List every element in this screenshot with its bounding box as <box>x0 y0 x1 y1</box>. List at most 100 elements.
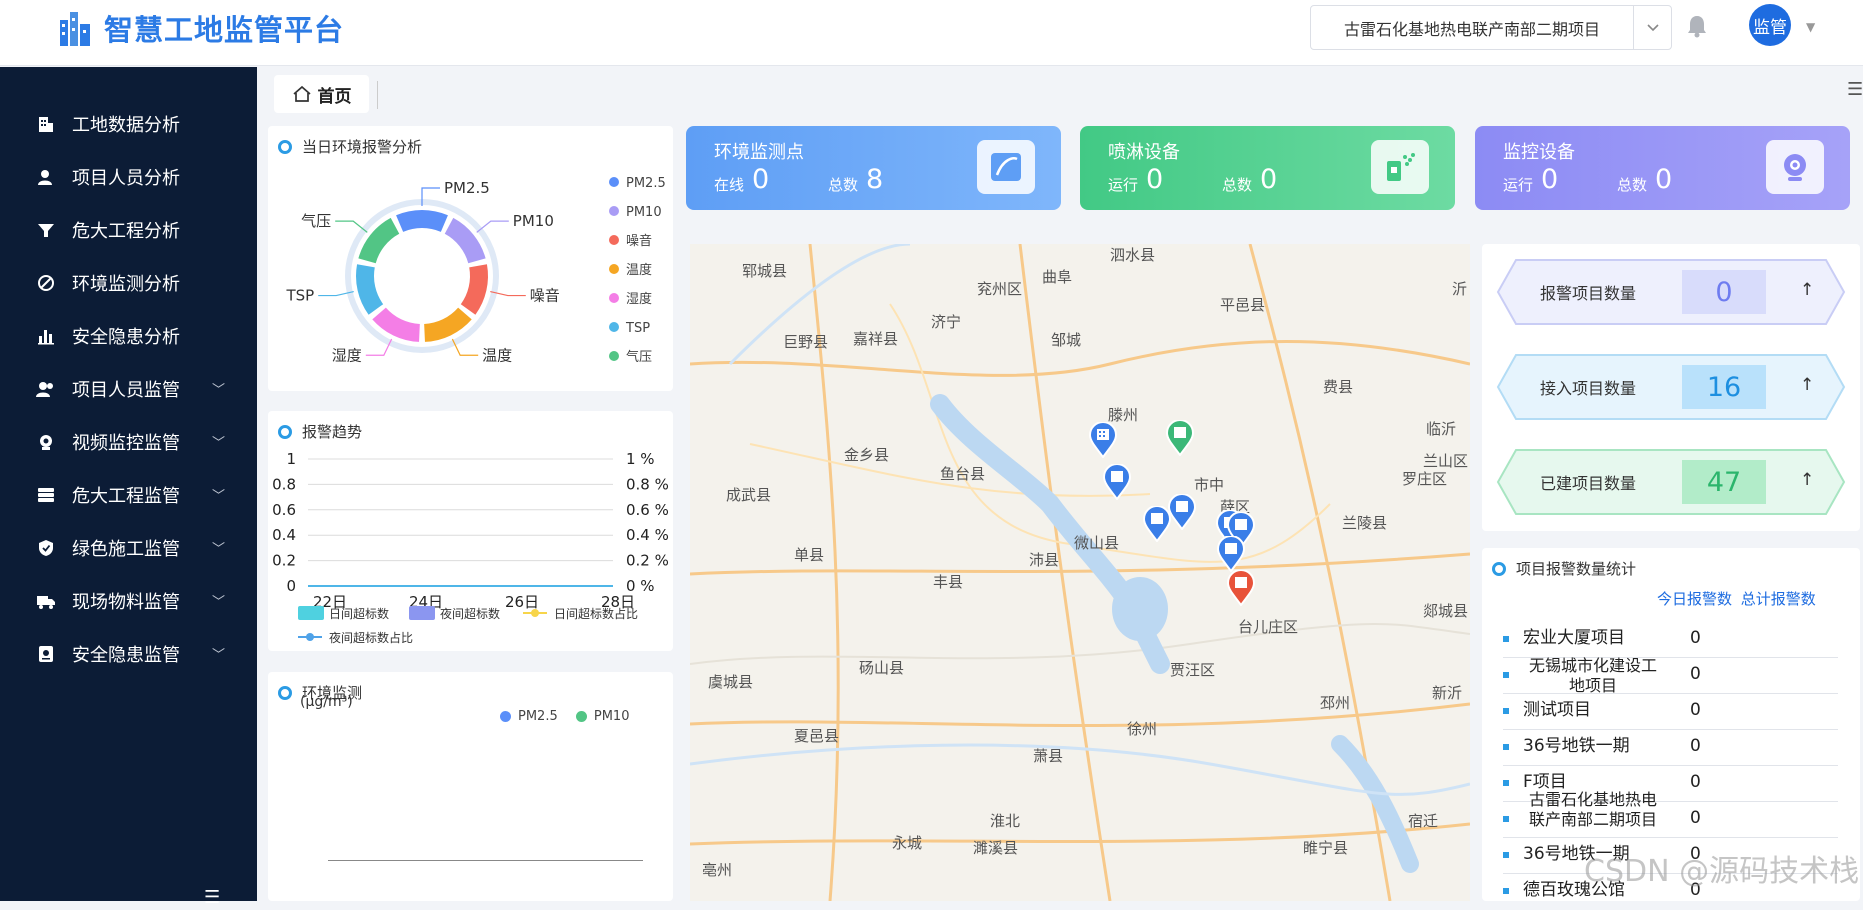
counter-value: 47 <box>1706 466 1742 498</box>
legend-pm25: PM2.5 <box>518 709 558 724</box>
map-place: 曲阜 <box>1042 268 1073 286</box>
legend-label: 日间超标数 <box>329 606 389 621</box>
donut-label: 湿度 <box>332 346 362 364</box>
row-name: 古雷石化基地热电联产南部二期项目 <box>1528 790 1657 829</box>
tabs-menu-icon[interactable]: ☰ <box>1847 79 1863 100</box>
counter-label: 报警项目数量 <box>1540 284 1637 303</box>
legend-swatch <box>609 177 619 187</box>
shield-icon <box>36 538 56 558</box>
donut-slice[interactable] <box>444 217 486 264</box>
sidebar-item-personnel-analysis[interactable]: 项目人员分析 <box>0 150 257 203</box>
card-camera[interactable]: 监控设备 运行 0 总数 0 <box>1475 126 1850 210</box>
map-place: 砀山县 <box>859 659 905 677</box>
map-place: 沛县 <box>1029 551 1060 569</box>
map-place: 郯城县 <box>1423 602 1469 620</box>
donut-label: 噪音 <box>530 287 560 305</box>
bullet <box>1503 672 1509 678</box>
table-row[interactable]: 测试项目 0 <box>1503 694 1838 730</box>
sidebar-item-hazard-supervision[interactable]: 危大工程监管 ﹀ <box>0 468 257 521</box>
donut-slice[interactable] <box>356 264 384 315</box>
sidebar-item-video-supervision[interactable]: 视频监控监管 ﹀ <box>0 415 257 468</box>
legend-label: 日间超标数占比 <box>554 606 638 621</box>
sidebar-item-label: 环境监测分析 <box>72 273 180 295</box>
monitor-icon <box>977 140 1035 194</box>
counter-alarm-projects: 报警项目数量 0 ↑ <box>1496 258 1846 326</box>
map-marker-blue[interactable] <box>1102 463 1132 504</box>
project-map[interactable]: 郓城县 泗水县 兖州区 曲阜 平邑县 沂 巨野县 嘉祥县 济宁 邹城 费县 金乡… <box>690 244 1470 901</box>
legend-marker <box>306 633 314 641</box>
sidebar-item-hazard-analysis[interactable]: 危大工程分析 <box>0 203 257 256</box>
y-tick-left: 1 <box>286 450 296 468</box>
sidebar-item-personnel-supervision[interactable]: 项目人员监管 ﹀ <box>0 362 257 415</box>
row-count: 0 <box>1690 772 1701 792</box>
map-place: 新沂 <box>1432 684 1463 702</box>
caret-down-icon[interactable]: ▼ <box>1806 20 1815 34</box>
avatar[interactable]: 监管 <box>1749 4 1791 46</box>
top-bar: 智慧工地监管平台 古雷石化基地热电联产南部二期项目 监管 ▼ <box>0 0 1863 66</box>
row-name: 测试项目 <box>1523 700 1591 720</box>
chevron-down-icon[interactable] <box>1633 6 1671 49</box>
menu-collapse-icon[interactable]: ☰ <box>204 887 220 908</box>
y-tick-right: 0.6 % <box>626 501 669 519</box>
row-name: F项目 <box>1523 772 1567 792</box>
sidebar-item-material-supervision[interactable]: 现场物料监管 ﹀ <box>0 574 257 627</box>
map-place: 睢宁县 <box>1303 839 1349 857</box>
sidebar-item-label: 视频监控监管 <box>72 432 180 454</box>
map-marker-blue[interactable] <box>1167 493 1197 534</box>
map-place: 郓城县 <box>742 262 788 280</box>
sidebar-item-safety-analysis[interactable]: 安全隐患分析 <box>0 309 257 362</box>
map-marker-red[interactable] <box>1226 569 1256 610</box>
sidebar-item-green-supervision[interactable]: 绿色施工监管 ﹀ <box>0 521 257 574</box>
tab-today-alarms[interactable]: 今日报警数 <box>1657 590 1732 608</box>
legend-label: PM2.5 <box>626 176 666 191</box>
logo-icon <box>60 12 90 46</box>
tab-home[interactable]: 首页 <box>274 75 369 113</box>
legend-label: 夜间超标数 <box>440 606 500 621</box>
map-place: 平邑县 <box>1220 296 1266 314</box>
map-place: 宿迁 <box>1408 812 1439 830</box>
legend-swatch <box>609 293 619 303</box>
row-count: 0 <box>1690 628 1701 648</box>
bullet <box>1503 636 1509 642</box>
sidebar-item-label: 危大工程分析 <box>72 220 180 242</box>
donut-slice[interactable] <box>358 217 400 264</box>
donut-slice[interactable] <box>396 210 448 232</box>
card-env-points[interactable]: 环境监测点 在线 0 总数 8 <box>686 126 1061 210</box>
logo[interactable]: 智慧工地监管平台 <box>56 6 344 50</box>
y-tick-right: 0.2 % <box>626 552 669 570</box>
tab-total-alarms[interactable]: 总计报警数 <box>1741 590 1816 608</box>
map-marker-green[interactable] <box>1165 419 1195 460</box>
table-row[interactable]: 宏业大厦项目 0 <box>1503 622 1838 658</box>
card-value-running: 0 <box>1146 164 1164 195</box>
table-row[interactable]: 无锡城市化建设工地项目 0 <box>1503 656 1838 695</box>
x-tick: 26日 <box>505 593 539 611</box>
chevron-down-icon: ﹀ <box>212 436 226 451</box>
sidebar-item-env-analysis[interactable]: 环境监测分析 <box>0 256 257 309</box>
legend-swatch <box>575 711 587 722</box>
map-place: 徐州 <box>1127 720 1158 738</box>
card-value-running: 0 <box>1541 164 1559 195</box>
table-row[interactable]: 古雷石化基地热电联产南部二期项目 0 <box>1503 790 1838 838</box>
donut-slice[interactable] <box>460 264 488 315</box>
building-icon <box>36 114 56 134</box>
map-place: 微山县 <box>1074 534 1120 552</box>
card-sprinkler[interactable]: 喷淋设备 运行 0 总数 0 <box>1080 126 1455 210</box>
bell-icon[interactable] <box>1686 14 1708 42</box>
sidebar-item-safety-supervision[interactable]: 安全隐患监管 ﹀ <box>0 627 257 680</box>
donut-label: 气压 <box>301 212 331 230</box>
sidebar-item-label: 安全隐患监管 <box>72 644 180 666</box>
sidebar-item-site-data[interactable]: 工地数据分析 <box>0 97 257 150</box>
donut-label: PM2.5 <box>444 179 490 197</box>
map-marker-blue[interactable] <box>1088 421 1118 462</box>
map-place: 丰县 <box>933 573 964 591</box>
legend-swatch <box>298 606 324 620</box>
map-place: 台儿庄区 <box>1238 618 1299 636</box>
person-icon <box>36 167 56 187</box>
card-key-total: 总数 <box>1617 176 1648 194</box>
chevron-down-icon: ﹀ <box>212 489 226 504</box>
donut-label: TSP <box>285 287 314 305</box>
legend-swatch <box>609 264 619 274</box>
project-select[interactable]: 古雷石化基地热电联产南部二期项目 <box>1310 5 1672 50</box>
table-row[interactable]: 36号地铁一期 0 <box>1503 730 1838 766</box>
truck-icon <box>36 591 56 611</box>
